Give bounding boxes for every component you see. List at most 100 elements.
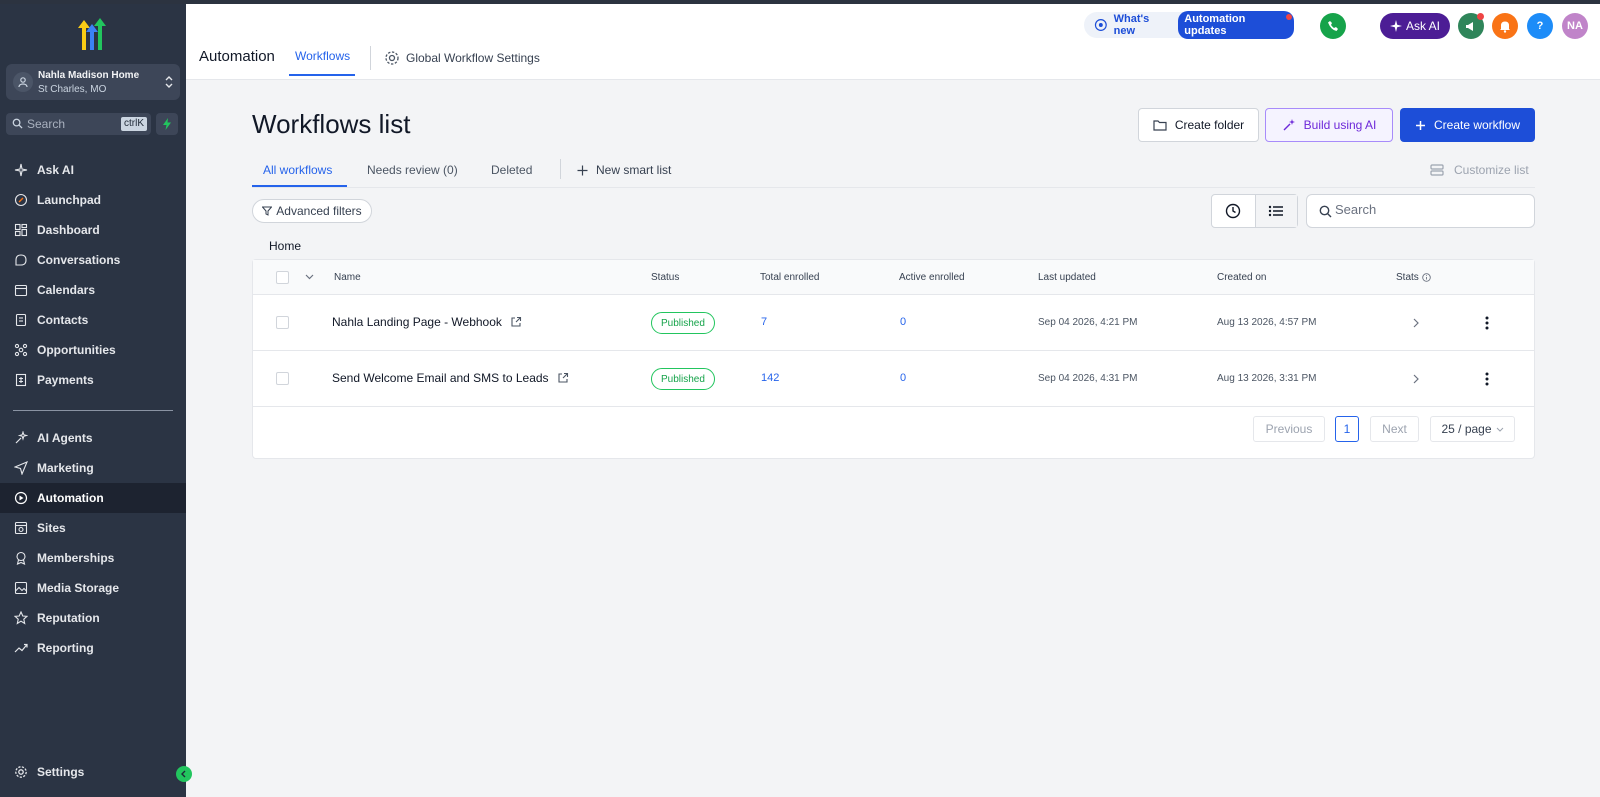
chevron-down-icon[interactable] xyxy=(305,274,314,280)
global-workflow-settings-link[interactable]: Global Workflow Settings xyxy=(384,50,540,66)
new-smart-list-button[interactable]: New smart list xyxy=(577,163,671,177)
breadcrumb[interactable]: Home xyxy=(269,239,301,253)
tab-workflows[interactable]: Workflows xyxy=(295,49,350,63)
avatar-initials: NA xyxy=(1567,20,1583,32)
total-enrolled-link[interactable]: 142 xyxy=(761,372,779,384)
chevron-updown-icon xyxy=(165,76,173,88)
header-divider xyxy=(370,46,371,70)
chat-icon xyxy=(13,252,29,268)
collapse-sidebar-button[interactable] xyxy=(176,766,192,782)
sidebar-item-ask-ai[interactable]: Ask AI xyxy=(0,155,186,185)
customize-list-label: Customize list xyxy=(1454,163,1529,177)
column-last-updated[interactable]: Last updated xyxy=(1038,272,1096,283)
top-strip xyxy=(0,0,1600,4)
customize-list-button[interactable]: Customize list xyxy=(1430,163,1529,177)
sidebar-item-payments[interactable]: Payments xyxy=(0,365,186,395)
chevron-right-icon[interactable] xyxy=(1413,318,1419,328)
row-menu-icon[interactable] xyxy=(1479,370,1495,388)
sidebar-item-ai-agents[interactable]: AI Agents xyxy=(0,423,186,453)
sidebar-item-conversations[interactable]: Conversations xyxy=(0,245,186,275)
sidebar-item-dashboard[interactable]: Dashboard xyxy=(0,215,186,245)
column-status[interactable]: Status xyxy=(651,272,679,283)
page-1-button[interactable]: 1 xyxy=(1335,416,1359,442)
table-row[interactable]: Nahla Landing Page - Webhook Published 7 0 S… xyxy=(253,295,1534,351)
workflow-name-link[interactable]: Send Welcome Email and SMS to Leads xyxy=(332,371,569,385)
column-total-enrolled[interactable]: Total enrolled xyxy=(760,272,819,283)
sidebar-item-settings[interactable]: Settings xyxy=(0,757,186,787)
tab-deleted[interactable]: Deleted xyxy=(491,163,532,177)
advanced-filters-button[interactable]: Advanced filters xyxy=(252,199,372,223)
workflow-search-input[interactable] xyxy=(1335,202,1525,217)
sidebar-item-label: Sites xyxy=(37,521,66,535)
workflow-name: Nahla Landing Page - Webhook xyxy=(332,315,502,329)
notifications-button[interactable] xyxy=(1492,13,1518,39)
sidebar-item-media-storage[interactable]: Media Storage xyxy=(0,573,186,603)
page-size-select[interactable]: 25 / page xyxy=(1430,416,1515,442)
column-stats[interactable]: Stats xyxy=(1396,272,1431,283)
previous-page-button[interactable]: Previous xyxy=(1253,416,1325,442)
sidebar-item-opportunities[interactable]: Opportunities xyxy=(0,335,186,365)
row-checkbox[interactable] xyxy=(276,372,289,385)
sidebar-item-label: Dashboard xyxy=(37,223,100,237)
list-view-button[interactable] xyxy=(1254,195,1297,227)
sidebar-item-memberships[interactable]: Memberships xyxy=(0,543,186,573)
sidebar-item-launchpad[interactable]: Launchpad xyxy=(0,185,186,215)
rocket-icon xyxy=(13,192,29,208)
build-using-ai-button[interactable]: Build using AI xyxy=(1265,108,1393,142)
location-name: Nahla Madison Home xyxy=(38,70,140,81)
chevron-left-icon xyxy=(181,770,186,778)
create-workflow-button[interactable]: Create workflow xyxy=(1400,108,1535,142)
sidebar-item-label: Automation xyxy=(37,491,104,505)
select-all-checkbox[interactable] xyxy=(276,271,289,284)
tab-needs-review[interactable]: Needs review (0) xyxy=(367,163,458,177)
announcements-button[interactable] xyxy=(1458,13,1484,39)
column-created-on[interactable]: Created on xyxy=(1217,272,1266,283)
created-on: Aug 13 2026, 3:31 PM xyxy=(1217,373,1317,384)
row-menu-icon[interactable] xyxy=(1479,314,1495,332)
phone-button[interactable] xyxy=(1320,13,1346,39)
active-enrolled-link[interactable]: 0 xyxy=(900,316,906,328)
automation-updates-pill: Automation updates xyxy=(1178,11,1294,39)
column-name[interactable]: Name xyxy=(334,272,361,283)
workflow-search[interactable] xyxy=(1306,194,1535,228)
history-view-button[interactable] xyxy=(1212,195,1255,227)
tab-all-workflows[interactable]: All workflows xyxy=(263,163,332,177)
sidebar-item-automation[interactable]: Automation xyxy=(0,483,186,513)
gear-icon xyxy=(13,764,29,780)
external-link-icon[interactable] xyxy=(557,372,569,384)
dashboard-icon xyxy=(13,222,29,238)
sidebar-item-label: Memberships xyxy=(37,551,115,565)
external-link-icon[interactable] xyxy=(510,316,522,328)
ask-ai-button[interactable]: Ask AI xyxy=(1380,13,1450,39)
location-switcher[interactable]: Nahla Madison Home St Charles, MO xyxy=(6,64,180,100)
table-row[interactable]: Send Welcome Email and SMS to Leads Publi… xyxy=(253,351,1534,407)
help-label: ? xyxy=(1536,20,1544,32)
quick-action-button[interactable] xyxy=(156,113,178,135)
next-page-button[interactable]: Next xyxy=(1370,416,1419,442)
workflow-name-link[interactable]: Nahla Landing Page - Webhook xyxy=(332,315,522,329)
build-using-ai-label: Build using AI xyxy=(1303,118,1377,132)
column-active-enrolled[interactable]: Active enrolled xyxy=(899,272,965,283)
sidebar-item-marketing[interactable]: Marketing xyxy=(0,453,186,483)
chevron-right-icon[interactable] xyxy=(1413,374,1419,384)
chevron-down-icon xyxy=(1496,427,1503,432)
create-folder-button[interactable]: Create folder xyxy=(1138,108,1259,142)
magic-wand-icon xyxy=(1283,119,1295,131)
sidebar-item-contacts[interactable]: Contacts xyxy=(0,305,186,335)
sidebar-item-sites[interactable]: Sites xyxy=(0,513,186,543)
sparkle-icon xyxy=(1389,20,1402,32)
sidebar-search[interactable]: Search ctrlK xyxy=(6,113,151,135)
sidebar-item-label: Contacts xyxy=(37,313,89,327)
total-enrolled-link[interactable]: 7 xyxy=(761,316,767,328)
row-checkbox[interactable] xyxy=(276,316,289,329)
sidebar-item-reputation[interactable]: Reputation xyxy=(0,603,186,633)
tabs-baseline xyxy=(252,187,1535,188)
help-button[interactable]: ? xyxy=(1527,13,1553,39)
active-enrolled-link[interactable]: 0 xyxy=(900,372,906,384)
sidebar-item-calendars[interactable]: Calendars xyxy=(0,275,186,305)
star-icon xyxy=(13,610,29,626)
sidebar-item-reporting[interactable]: Reporting xyxy=(0,633,186,663)
whats-new-banner[interactable]: What's new Automation updates xyxy=(1084,11,1294,39)
list-icon xyxy=(1269,205,1284,217)
avatar[interactable]: NA xyxy=(1562,13,1588,39)
